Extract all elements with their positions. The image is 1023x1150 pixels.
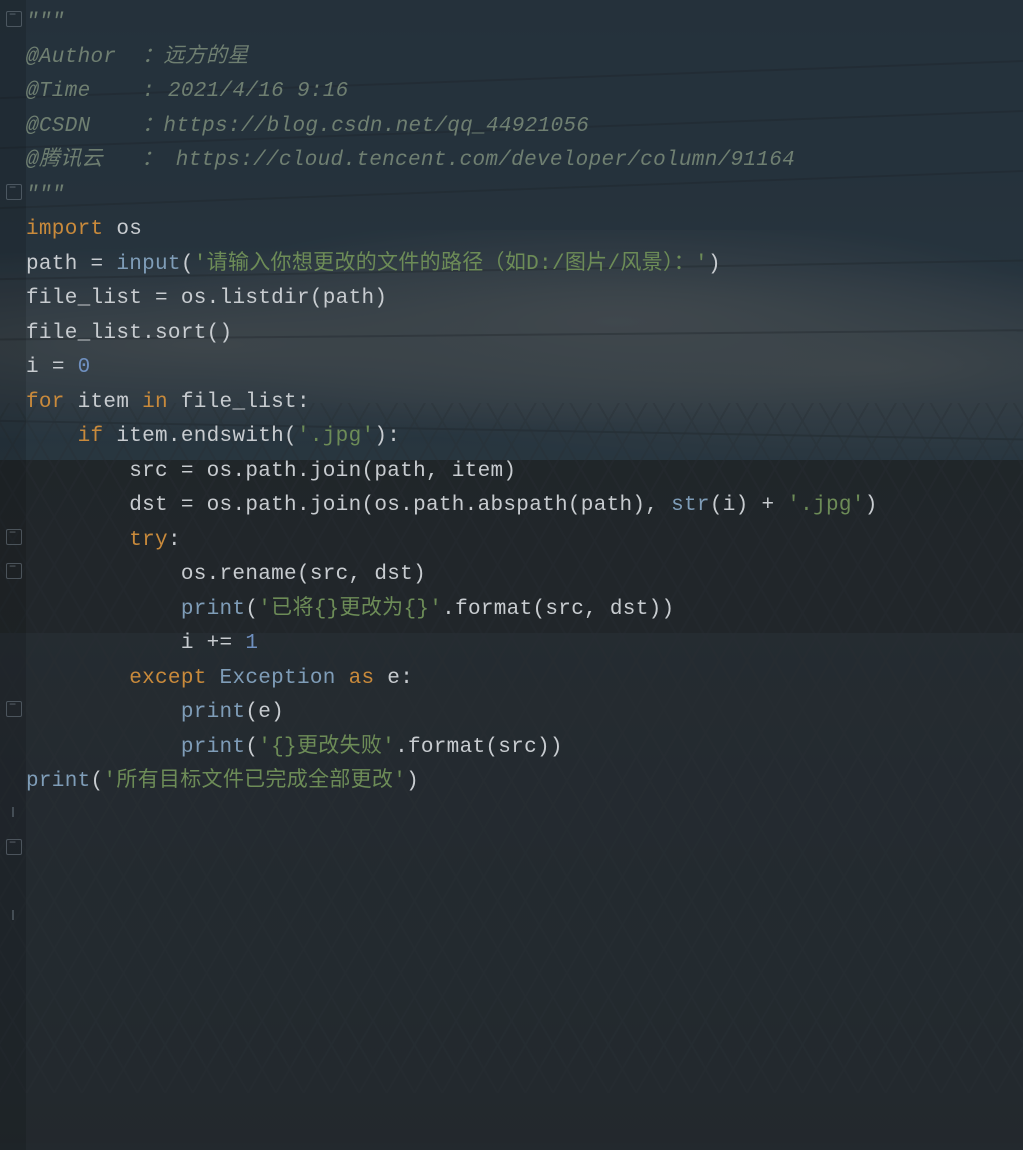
code-line[interactable]: dst = os.path.join(os.path.abspath(path)… [26,489,1023,524]
code-token: Exception [220,667,349,690]
code-token: try [129,529,168,552]
code-token: os.rename(src, dst) [181,563,426,586]
code-token: input [116,253,181,276]
code-line[interactable]: file_list = os.listdir(path) [26,282,1023,317]
fold-toggle-icon[interactable] [6,839,22,855]
code-token: : [168,529,181,552]
fold-toggle-icon[interactable] [6,529,22,545]
code-token: os.listdir(path) [181,287,387,310]
code-token: .format(src, dst)) [442,598,674,621]
code-token: = [181,460,207,483]
code-token: (e) [245,701,284,724]
code-line[interactable]: print('{}更改失败'.format(src)) [26,731,1023,766]
code-line[interactable]: print(e) [26,696,1023,731]
code-token: src [129,460,181,483]
code-token: '所有目标文件已完成全部更改' [103,770,406,793]
code-token: path [26,253,91,276]
code-token: ( [91,770,104,793]
code-token: os.path.join(os.path.abspath(path), [207,494,671,517]
code-line[interactable]: print('所有目标文件已完成全部更改') [26,765,1023,800]
code-token: print [181,736,246,759]
code-editor[interactable]: """ @Author ：远方的星 @Time : 2021/4/16 9:16 @C… [26,0,1023,1150]
code-token: ): [374,425,400,448]
code-token: os [116,218,142,241]
code-token: + [761,494,787,517]
fold-toggle-icon[interactable] [6,563,22,579]
code-token: i [26,356,52,379]
code-line[interactable]: except Exception as e: [26,662,1023,697]
code-token: dst [129,494,181,517]
code-token: except [129,667,219,690]
code-token: ( [181,253,194,276]
code-token: as [349,667,388,690]
code-token: i [181,632,207,655]
code-token: ) [406,770,419,793]
code-token: (i) [710,494,762,517]
code-line[interactable]: i += 1 [26,627,1023,662]
code-token: in [142,391,181,414]
code-token: import [26,218,116,241]
code-token: @Time : 2021/4/16 9:16 [26,80,349,103]
code-token: item [78,391,143,414]
code-token: if [78,425,117,448]
code-line[interactable]: i = 0 [26,351,1023,386]
code-line[interactable]: try: [26,524,1023,559]
code-token: @Author ：远方的星 [26,46,249,69]
code-token: ( [245,598,258,621]
code-token: += [207,632,246,655]
code-token: ) [708,253,721,276]
code-token: @CSDN ：https://blog.csdn.net/qq_44921056 [26,115,589,138]
code-token: file_list.sort() [26,322,232,345]
code-token: = [181,494,207,517]
code-token: e: [387,667,413,690]
code-token: '{}更改失败' [258,736,395,759]
code-token: = [91,253,117,276]
code-line[interactable]: if item.endswith('.jpg'): [26,420,1023,455]
code-line[interactable]: file_list.sort() [26,317,1023,352]
code-token: """ [26,11,65,34]
code-token: @腾讯云 ： https://cloud.tencent.com/develop… [26,149,795,172]
code-line[interactable]: src = os.path.join(path, item) [26,455,1023,490]
code-token: item.endswith( [116,425,297,448]
code-line[interactable]: path = input('请输入你想更改的文件的路径（如D:/图片/风景）：'… [26,248,1023,283]
code-token: '已将{}更改为{}' [258,598,442,621]
code-line[interactable]: import os [26,213,1023,248]
gutter-mark-icon [12,807,14,817]
code-line[interactable]: for item in file_list: [26,386,1023,421]
code-token: 1 [245,632,258,655]
code-token: ) [865,494,878,517]
code-line[interactable]: @Author ：远方的星 [26,41,1023,76]
code-line[interactable]: @Time : 2021/4/16 9:16 [26,75,1023,110]
code-token: ( [245,736,258,759]
code-token: = [52,356,78,379]
fold-toggle-icon[interactable] [6,11,22,27]
code-token: .format(src)) [395,736,563,759]
code-line[interactable]: os.rename(src, dst) [26,558,1023,593]
fold-toggle-icon[interactable] [6,184,22,200]
code-token: '请输入你想更改的文件的路径（如D:/图片/风景）：' [194,253,708,276]
code-token: print [181,598,246,621]
code-token: os.path.join(path, item) [207,460,517,483]
code-line[interactable]: @CSDN ：https://blog.csdn.net/qq_44921056 [26,110,1023,145]
code-token: 0 [78,356,91,379]
code-token: print [26,770,91,793]
code-token: file_list: [181,391,310,414]
code-line[interactable]: @腾讯云 ： https://cloud.tencent.com/develop… [26,144,1023,179]
code-token: print [181,701,246,724]
fold-toggle-icon[interactable] [6,701,22,717]
code-line[interactable]: print('已将{}更改为{}'.format(src, dst)) [26,593,1023,628]
code-token: file_list [26,287,155,310]
code-token: str [671,494,710,517]
code-token: '.jpg' [297,425,374,448]
code-token: """ [26,184,65,207]
code-token: = [155,287,181,310]
code-token: for [26,391,78,414]
code-line[interactable]: """ [26,6,1023,41]
gutter-mark-icon [12,910,14,920]
code-token: '.jpg' [787,494,864,517]
code-line[interactable]: """ [26,179,1023,214]
